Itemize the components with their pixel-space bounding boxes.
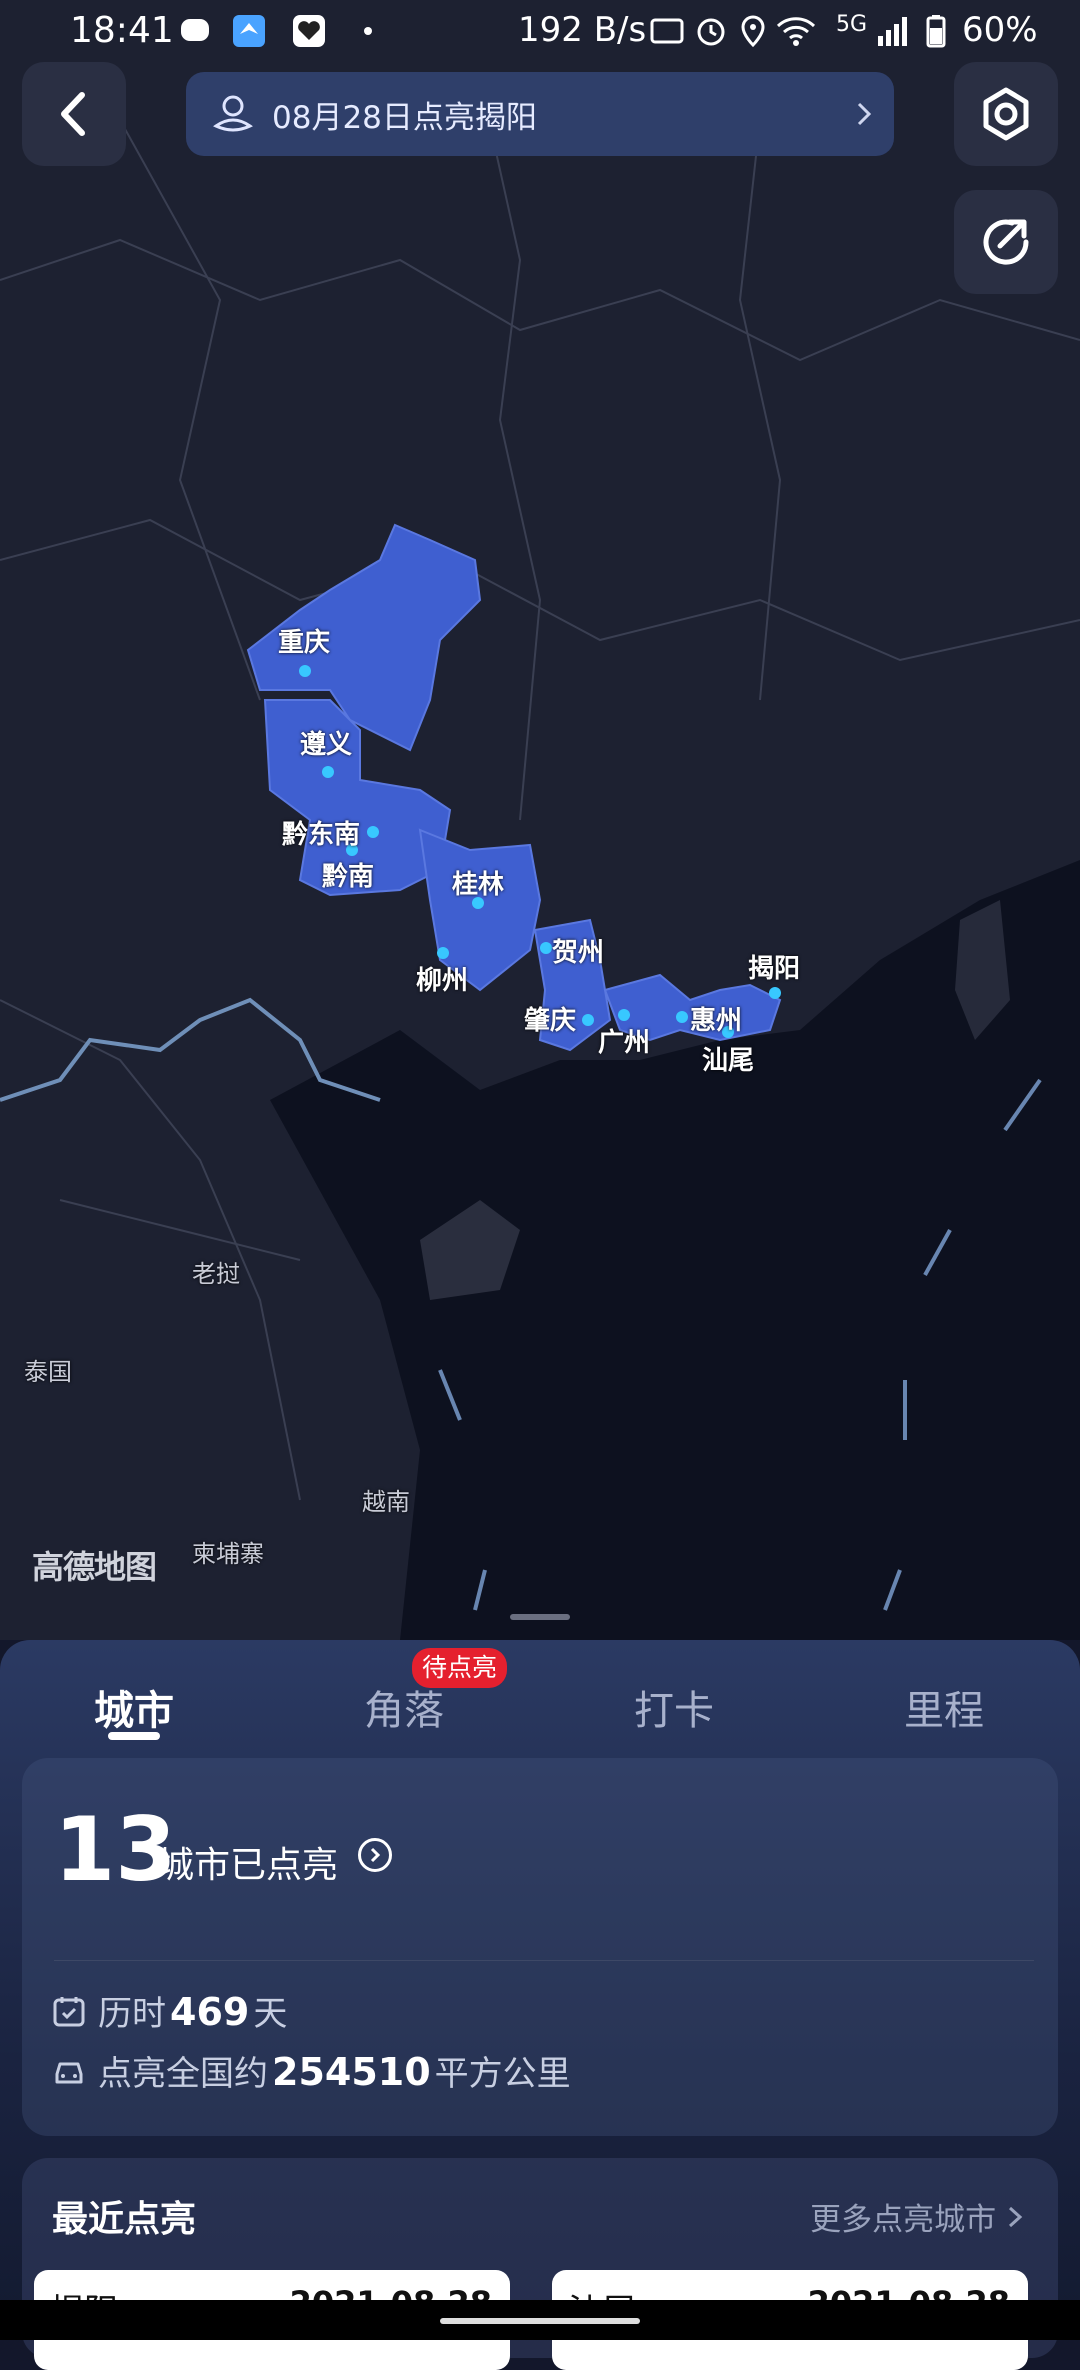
app-notification-icon: [233, 15, 265, 47]
settings-button[interactable]: [954, 62, 1058, 166]
message-icon: [181, 19, 209, 41]
tab-mileage[interactable]: 里程: [904, 1678, 984, 1736]
banner-text: 08月28日点亮揭阳: [272, 100, 537, 136]
map-view[interactable]: 重庆 遵义 黔东南 黔南 桂林 柳州 贺州 肇庆 广州 惠州 揭阳 汕尾 老挝 …: [0, 0, 1080, 1640]
map-label-qiandongnan[interactable]: 黔东南: [282, 814, 360, 851]
map-label-vietnam: 越南: [362, 1488, 410, 1516]
dot-icon: [364, 27, 372, 35]
recent-title: 最近点亮: [52, 2199, 197, 2240]
lit-regions: [246, 523, 782, 1052]
area-value: 254510: [272, 2050, 431, 2094]
duration-unit: 天: [253, 1994, 288, 2034]
network-speed: 192 B/s: [518, 10, 647, 50]
traveler-icon: [213, 95, 253, 132]
map-label-liuzhou[interactable]: 柳州: [416, 960, 468, 997]
card-divider: [54, 1960, 1034, 1961]
home-gesture-bar[interactable]: [440, 2318, 640, 2324]
lit-city-label[interactable]: 城市已点亮: [158, 1836, 338, 1888]
map-label-huizhou[interactable]: 惠州: [690, 1000, 742, 1037]
sheet-drag-handle[interactable]: [510, 1614, 570, 1620]
share-button[interactable]: [954, 190, 1058, 294]
duration-value: 469: [170, 1990, 250, 2034]
chevron-left-icon: [61, 92, 85, 136]
gear-icon: [983, 87, 1029, 141]
signal-icon: [878, 17, 907, 46]
detail-arrow-icon[interactable]: [358, 1838, 392, 1872]
bottom-sheet: 城市 角落 待点亮 打卡 里程 13 城市已点亮 历时 469 天 点亮全国约 …: [0, 1640, 1080, 2370]
map-label-shanwei[interactable]: 汕尾: [702, 1040, 754, 1077]
map-label-jieyang[interactable]: 揭阳: [748, 948, 800, 985]
tab-cities[interactable]: 城市: [94, 1678, 174, 1736]
battery-icon: [926, 15, 946, 48]
summary-card: 13 城市已点亮 历时 469 天 点亮全国约 254510 平方公里: [22, 1758, 1058, 2136]
more-cities-label: 更多点亮城市: [810, 2202, 997, 2238]
map-label-guilin[interactable]: 桂林: [452, 864, 504, 901]
auto-brightness-icon: [650, 18, 684, 44]
light-up-banner[interactable]: 08月28日点亮揭阳: [186, 72, 894, 156]
more-cities-link[interactable]: 更多点亮城市: [810, 2194, 1024, 2239]
amap-logo: 高德地图: [32, 1548, 157, 1586]
map-label-chongqing[interactable]: 重庆: [278, 622, 330, 659]
status-bar: 18:41 192 B/s 5G 60%: [0, 0, 1080, 64]
map-label-hezhou[interactable]: 贺州: [552, 932, 604, 969]
share-icon: [983, 219, 1029, 265]
status-time: 18:41: [70, 10, 174, 51]
map-label-thailand: 泰国: [24, 1358, 72, 1386]
location-icon: [741, 15, 765, 48]
map-label-cambodia: 柬埔寨: [192, 1540, 264, 1568]
area-stat: 点亮全国约 254510 平方公里: [52, 2046, 571, 2095]
heart-app-icon: [293, 15, 325, 47]
alarm-icon: [697, 18, 725, 46]
pending-badge: 待点亮: [412, 1648, 508, 1688]
map-label-qiannan[interactable]: 黔南: [322, 856, 374, 893]
duration-prefix: 历时: [98, 1994, 166, 2034]
back-button[interactable]: [22, 62, 126, 166]
calendar-check-icon: [53, 1996, 85, 2026]
chevron-right-icon: [857, 102, 872, 126]
map-label-guangzhou[interactable]: 广州: [598, 1022, 650, 1059]
network-type: 5G: [836, 12, 868, 37]
chevron-right-icon: [1008, 2206, 1023, 2228]
tab-bar: 城市 角落 待点亮 打卡 里程: [0, 1640, 1080, 1750]
map-canvas: [0, 79, 1080, 1640]
tab-active-indicator: [108, 1732, 160, 1740]
car-icon: [55, 2062, 83, 2083]
wifi-icon: [776, 17, 816, 46]
battery-level: 60%: [962, 10, 1038, 50]
map-label-laos: 老挝: [192, 1260, 240, 1288]
duration-stat: 历时 469 天: [52, 1986, 287, 2035]
tab-checkin[interactable]: 打卡: [634, 1678, 714, 1736]
map-label-zhaoqing[interactable]: 肇庆: [524, 1000, 576, 1037]
area-prefix: 点亮全国约: [98, 2054, 268, 2094]
area-unit: 平方公里: [434, 2054, 571, 2094]
map-label-zunyi[interactable]: 遵义: [300, 724, 352, 761]
